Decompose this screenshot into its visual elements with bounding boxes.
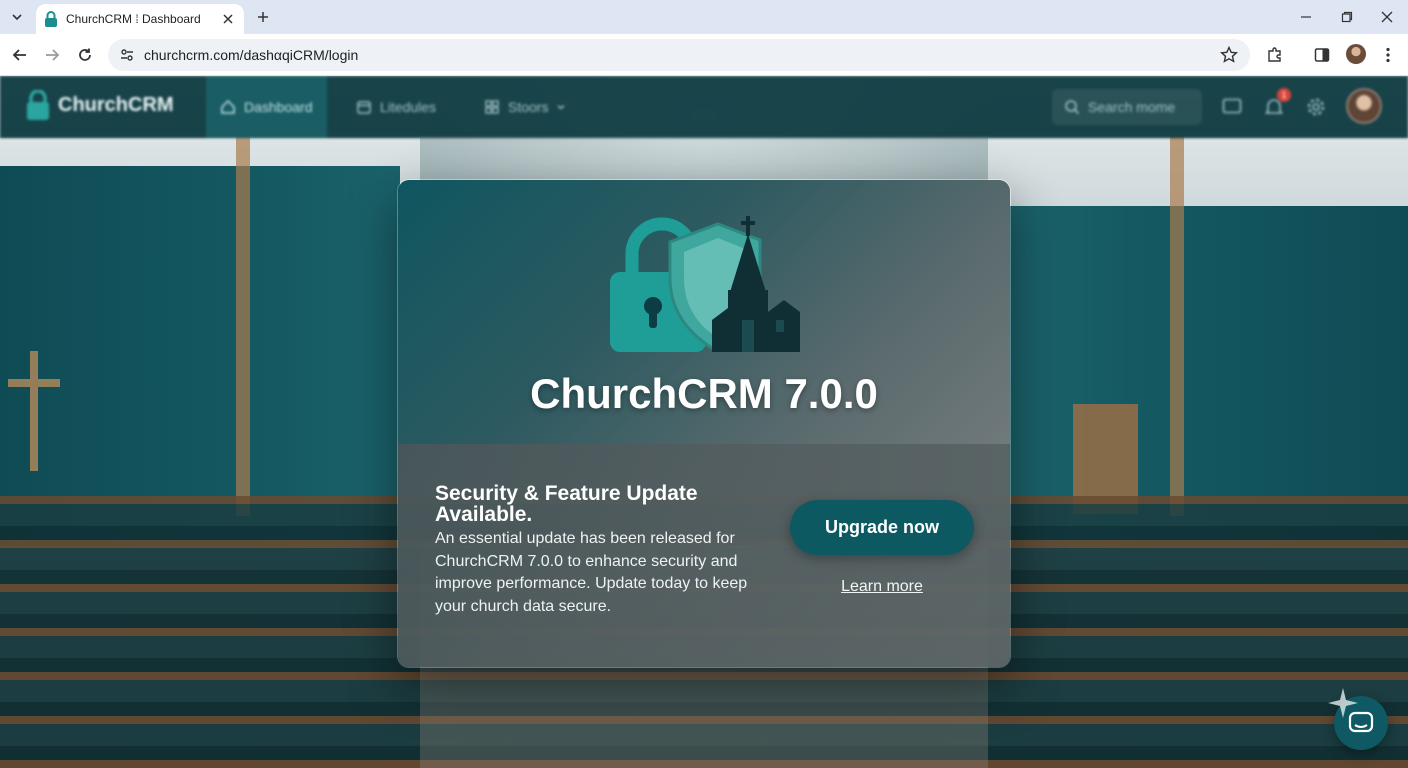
grid-icon xyxy=(485,100,499,114)
reload-button[interactable] xyxy=(73,43,97,67)
forward-button[interactable] xyxy=(40,43,64,67)
settings-button[interactable] xyxy=(1305,96,1327,118)
arrow-left-icon xyxy=(12,49,26,61)
messages-button[interactable] xyxy=(1221,96,1243,118)
page-viewport: ChurchCRM Dashboard Litedules Stoors Sea… xyxy=(0,76,1408,768)
reload-icon xyxy=(79,48,91,61)
calendar-icon xyxy=(357,101,371,114)
app-logo[interactable]: ChurchCRM xyxy=(26,90,174,120)
bookmark-star-icon[interactable] xyxy=(1220,46,1238,64)
minimize-button[interactable] xyxy=(1295,6,1317,28)
restore-button[interactable] xyxy=(1336,6,1358,28)
message-icon xyxy=(1222,98,1242,114)
nav-dashboard[interactable]: Dashboard xyxy=(206,76,327,138)
nav-label: Dashboard xyxy=(244,99,313,115)
update-heading: Security & Feature Update Available. xyxy=(435,482,698,526)
plus-icon xyxy=(258,12,268,22)
site-settings-icon[interactable] xyxy=(120,48,134,62)
background-beam xyxy=(1170,136,1184,516)
browser-toolbar: churchcrm.com/dashαqiCRM/login xyxy=(0,34,1408,76)
browser-profile-avatar[interactable] xyxy=(1346,44,1366,64)
lock-logo-icon xyxy=(27,90,49,120)
url-text[interactable]: churchcrm.com/dashαqiCRM/login xyxy=(144,47,1220,63)
notification-badge: 1 xyxy=(1277,88,1291,102)
lock-shield-church-icon xyxy=(610,216,800,352)
chevron-down-icon xyxy=(12,14,22,21)
close-tab-icon[interactable] xyxy=(220,11,236,27)
app-header: ChurchCRM Dashboard Litedules Stoors Sea… xyxy=(0,76,1408,138)
learn-more-link[interactable]: Learn more xyxy=(790,578,974,596)
background-wall-right xyxy=(1008,206,1408,546)
minimize-icon xyxy=(1301,16,1311,18)
browser-tab-bar: ChurchCRM ⁞ Dashboard xyxy=(0,0,1408,34)
app-search-input[interactable]: Search mome xyxy=(1052,89,1202,125)
background-cross xyxy=(8,351,60,471)
sparkle-icon xyxy=(1328,688,1358,718)
back-button[interactable] xyxy=(8,43,32,67)
nav-schedules[interactable]: Litedules xyxy=(342,76,450,138)
home-icon xyxy=(221,99,235,114)
update-description: An essential update has been released fo… xyxy=(435,530,748,615)
update-modal: ChurchCRM 7.0.0 Security & Feature Updat… xyxy=(397,179,1011,668)
puzzle-icon xyxy=(1268,47,1281,62)
background-beam xyxy=(236,136,250,516)
side-panel-icon xyxy=(1314,48,1330,62)
lock-favicon-icon xyxy=(45,11,57,27)
new-tab-button[interactable] xyxy=(252,6,274,28)
more-vertical-icon xyxy=(1386,47,1390,63)
tab-title: ChurchCRM ⁞ Dashboard xyxy=(66,12,201,26)
close-icon xyxy=(1381,11,1393,23)
nav-stores[interactable]: Stoors xyxy=(470,76,580,138)
search-icon xyxy=(1065,100,1080,115)
extensions-button[interactable] xyxy=(1263,43,1287,67)
browser-menu-button[interactable] xyxy=(1376,43,1400,67)
upgrade-now-button[interactable]: Upgrade now xyxy=(790,500,974,555)
gear-icon xyxy=(1307,98,1325,116)
tab-search-button[interactable] xyxy=(6,6,28,28)
modal-title: ChurchCRM 7.0.0 xyxy=(530,370,878,417)
chevron-down-icon xyxy=(557,104,565,110)
address-bar[interactable]: churchcrm.com/dashαqiCRM/login xyxy=(108,39,1250,71)
arrow-right-icon xyxy=(46,49,60,61)
nav-label: Litedules xyxy=(380,99,437,115)
nav-label: Stoors xyxy=(508,99,549,115)
user-avatar[interactable] xyxy=(1346,88,1382,124)
side-panel-button[interactable] xyxy=(1310,43,1334,67)
browser-tab-active[interactable]: ChurchCRM ⁞ Dashboard xyxy=(36,4,244,34)
background-wall-left xyxy=(0,166,400,546)
close-window-button[interactable] xyxy=(1376,6,1398,28)
app-logo-text: ChurchCRM xyxy=(58,93,174,116)
app-search-placeholder: Search mome xyxy=(1088,99,1176,115)
restore-icon xyxy=(1341,11,1353,23)
